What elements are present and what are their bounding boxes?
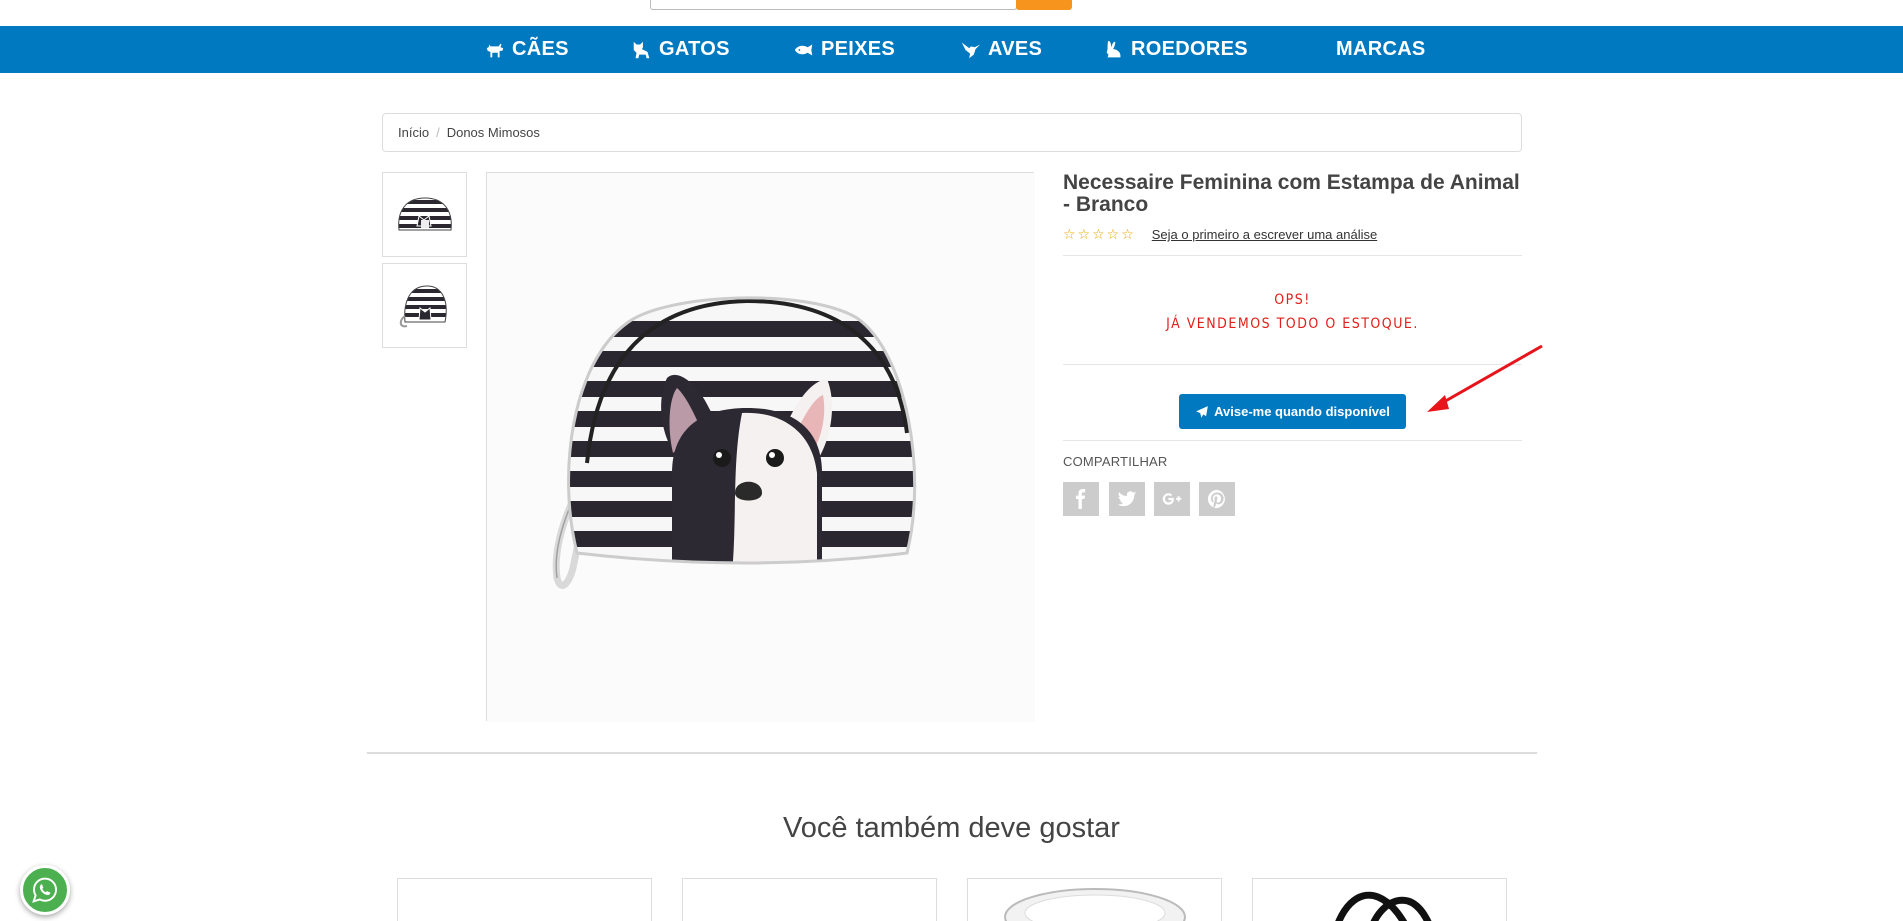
search-input[interactable] [650, 0, 1017, 10]
notify-button-label: Avise-me quando disponível [1214, 404, 1390, 419]
cat-icon [633, 41, 650, 58]
nav-item-caes[interactable]: CÃES [484, 26, 569, 73]
nav-item-gatos[interactable]: GATOS [631, 26, 730, 73]
product-thumbnail[interactable] [382, 263, 467, 348]
breadcrumb-home-link[interactable]: Início [398, 125, 429, 140]
search-button[interactable] [1016, 0, 1072, 10]
divider [1063, 255, 1522, 256]
google-plus-icon [1162, 493, 1182, 505]
section-divider [367, 752, 1537, 754]
product-main-image[interactable] [486, 172, 1035, 722]
nav-item-label: MARCAS [1336, 38, 1426, 60]
share-label: COMPARTILHAR [1063, 454, 1168, 469]
product-title: Necessaire Feminina com Estampa de Anima… [1063, 171, 1520, 216]
out-of-stock-text: JÁ VENDEMOS TODO O ESTOQUE. [1166, 316, 1419, 332]
rabbit-icon [1106, 40, 1121, 57]
dog-icon [486, 43, 504, 57]
facebook-icon [1076, 489, 1086, 509]
star-rating-icon: ☆☆☆☆☆ [1063, 226, 1136, 242]
pinterest-icon [1207, 489, 1225, 509]
breadcrumb: Início / Donos Mimosos [382, 113, 1522, 152]
nav-item-roedores[interactable]: ROEDORES [1103, 26, 1248, 73]
nav-item-peixes[interactable]: PEIXES [793, 26, 895, 73]
breadcrumb-separator: / [436, 125, 440, 140]
send-icon [1196, 405, 1208, 418]
fish-icon [794, 44, 813, 55]
share-facebook-button[interactable] [1063, 482, 1099, 516]
nav-item-marcas[interactable]: MARCAS [1336, 26, 1426, 73]
nav-item-label: GATOS [659, 38, 730, 60]
related-products-heading: Você também deve gostar [783, 812, 1120, 844]
top-header [0, 0, 1903, 26]
main-nav: CÃES GATOS PEIXES AVES ROEDORES MARCAS [0, 26, 1903, 73]
product-thumbnail[interactable] [382, 172, 467, 257]
product-thumbnail-image [399, 284, 447, 327]
nav-item-label: CÃES [512, 38, 569, 60]
share-twitter-button[interactable] [1109, 482, 1145, 516]
product-rating: ☆☆☆☆☆ Seja o primeiro a escrever uma aná… [1063, 226, 1377, 243]
divider [1063, 440, 1522, 441]
whatsapp-chat-button[interactable] [20, 865, 70, 915]
product-thumbnail-image [1004, 888, 1186, 921]
product-thumbnail-image [1335, 891, 1432, 921]
breadcrumb-current: Donos Mimosos [446, 125, 540, 140]
out-of-stock-message: OPS! JÁ VENDEMOS TODO O ESTOQUE. [1063, 288, 1522, 336]
share-pinterest-button[interactable] [1199, 482, 1235, 516]
twitter-icon [1117, 491, 1137, 507]
nav-item-label: ROEDORES [1131, 38, 1248, 60]
bird-icon [961, 42, 981, 58]
share-google-plus-button[interactable] [1154, 482, 1190, 516]
product-image-necessaire [487, 173, 1035, 722]
annotation-arrow [1427, 344, 1543, 412]
out-of-stock-title: OPS! [1274, 292, 1311, 308]
related-product-card[interactable] [682, 878, 937, 921]
related-product-card[interactable] [397, 878, 652, 921]
write-review-link[interactable]: Seja o primeiro a escrever uma análise [1152, 227, 1377, 242]
notify-when-available-button[interactable]: Avise-me quando disponível [1179, 394, 1406, 429]
related-product-card[interactable] [1252, 878, 1507, 921]
nav-item-label: PEIXES [821, 38, 896, 60]
product-thumbnail-image [397, 196, 452, 230]
nav-item-aves[interactable]: AVES [960, 26, 1042, 73]
related-product-card[interactable] [967, 878, 1222, 921]
nav-item-label: AVES [988, 38, 1043, 60]
whatsapp-icon [32, 877, 57, 903]
